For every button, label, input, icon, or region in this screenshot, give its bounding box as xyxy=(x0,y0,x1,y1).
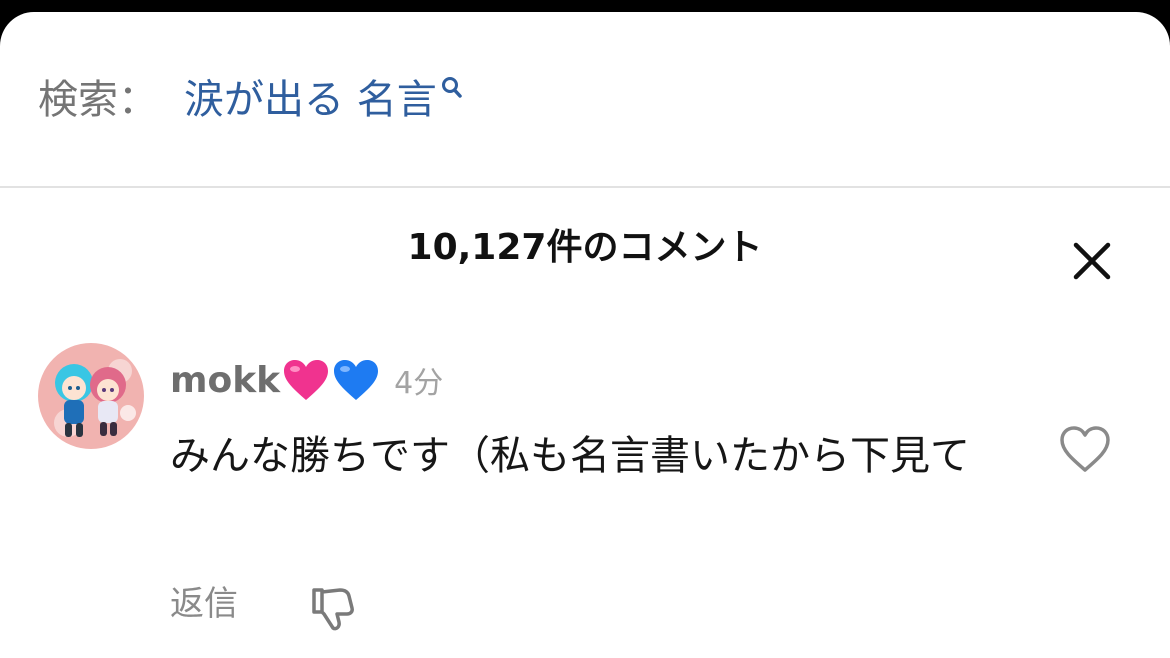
comments-count-title: 10,127件のコメント xyxy=(407,227,763,268)
comments-sheet: 検索： 涙が出る 名言 10,127件のコメント mokk 4分 みんな勝ちです… xyxy=(0,12,1170,658)
blue-heart-icon xyxy=(334,360,379,400)
reply-button[interactable]: 返信 xyxy=(170,580,238,628)
close-button[interactable] xyxy=(1068,237,1116,285)
comment-text: みんな勝ちです（私も名言書いたから下見て xyxy=(170,433,970,479)
pink-heart-icon xyxy=(284,360,329,400)
comment-time: 4分 xyxy=(394,366,444,401)
dislike-button[interactable] xyxy=(308,584,356,636)
close-icon xyxy=(1073,242,1111,280)
search-query-link[interactable]: 涙が出る 名言 xyxy=(184,74,463,126)
heart-outline-icon xyxy=(1060,426,1110,472)
comment-header: mokk 4分 xyxy=(170,352,443,408)
search-prefix-label: 検索： xyxy=(38,77,158,123)
username-emoji xyxy=(282,358,382,402)
search-icon xyxy=(441,77,462,98)
username[interactable]: mokk xyxy=(170,360,280,401)
like-button[interactable] xyxy=(1058,424,1112,478)
search-query-text: 涙が出る 名言 xyxy=(184,77,437,123)
search-bar[interactable]: 検索： 涙が出る 名言 xyxy=(0,12,1170,188)
avatar[interactable] xyxy=(38,343,144,449)
thumbs-down-icon xyxy=(312,588,354,631)
avatar-illustration xyxy=(38,343,144,449)
